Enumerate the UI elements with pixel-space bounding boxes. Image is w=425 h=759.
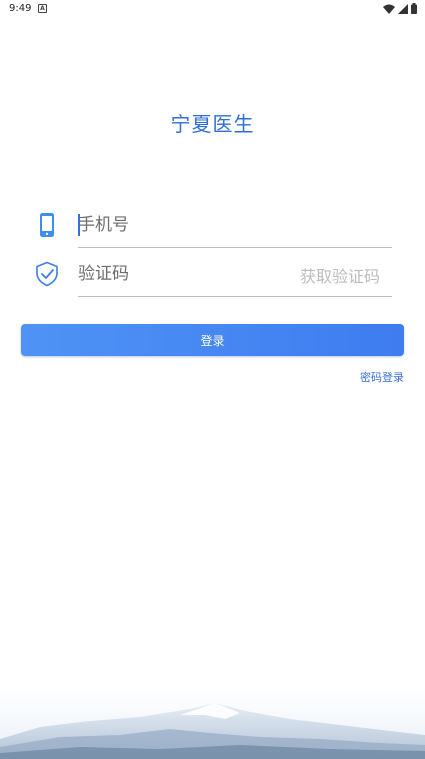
wifi-icon [383, 4, 395, 14]
app-title: 宁夏医生 [170, 112, 255, 136]
shield-check-icon [36, 261, 58, 287]
notification-icon: A [38, 4, 47, 13]
mountain-scenery-image [0, 689, 425, 759]
phone-icon [40, 213, 54, 237]
phone-underline [78, 247, 392, 248]
status-icons [383, 3, 417, 14]
get-code-button[interactable]: 获取验证码 [300, 263, 380, 287]
signal-icon [398, 3, 408, 14]
text-caret [78, 214, 80, 236]
code-underline [78, 296, 392, 297]
login-button[interactable]: 登录 [21, 324, 404, 356]
battery-icon [411, 3, 417, 14]
phone-field-row [30, 200, 392, 248]
login-screen: 9:49 A 宁夏医生 手机号 验证码 获取验证码 登录 密码登录 [0, 0, 425, 759]
status-time: 9:49 [9, 3, 32, 14]
phone-input[interactable] [78, 208, 342, 242]
status-bar: 9:49 A [0, 0, 425, 20]
password-login-link[interactable]: 密码登录 [360, 369, 404, 385]
code-field-row: 获取验证码 [30, 249, 392, 297]
